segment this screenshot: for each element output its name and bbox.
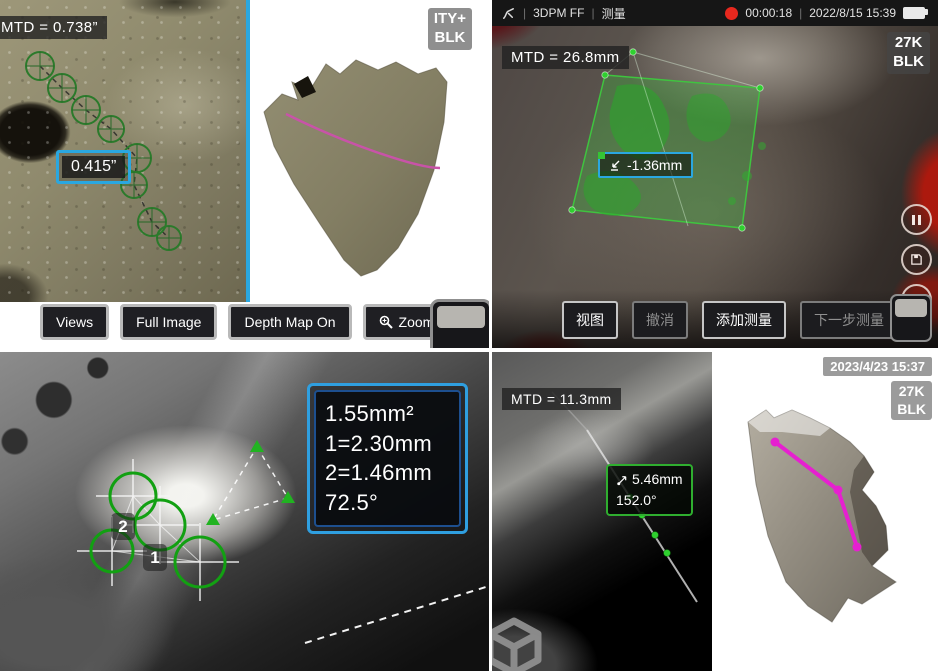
live-image-panel: MTD = 26.8mm 27K BLK -1.36mm 视图 撤消 添加测量 …: [492, 26, 938, 348]
mtd-label: MTD = 0.738”: [0, 16, 107, 39]
measurement-cursor[interactable]: [26, 52, 54, 80]
toolbar-cn: 视图 撤消 添加测量 下一步测量: [562, 301, 898, 339]
point-to-line-icon: [616, 474, 628, 486]
results-box[interactable]: 1.55mm² 1=2.30mm 2=1.46mm 72.5°: [307, 383, 468, 534]
full-image-button[interactable]: Full Image: [120, 304, 217, 340]
angle-value: 72.5°: [325, 488, 450, 518]
undo-button[interactable]: 撤消: [632, 301, 688, 339]
record-indicator-icon: [725, 7, 738, 20]
length-value-box[interactable]: 0.415”: [56, 150, 131, 184]
toggle-indicator: [437, 306, 485, 328]
brand-cube-logo: [492, 615, 546, 671]
brand-logo-icon: [501, 6, 516, 21]
screen-area-measurement-cn: | 3DPM FF | 测量 00:00:18 | 2022/8/15 15:3…: [492, 0, 938, 348]
views-button[interactable]: 视图: [562, 301, 618, 339]
menu-measure[interactable]: 测量: [602, 5, 626, 22]
depth-measure-icon: [609, 159, 622, 172]
title-bar: | 3DPM FF | 测量 00:00:18 | 2022/8/15 15:3…: [492, 0, 938, 26]
datetime: 2022/8/15 15:39: [809, 6, 896, 20]
save-icon: [910, 253, 923, 266]
point-cloud-panel: 2023/4/23 15:37 27K BLK: [712, 352, 938, 671]
length2-value: 2=1.46mm: [325, 458, 450, 488]
mode-label: 3DPM FF: [533, 6, 584, 20]
battery-icon: [903, 7, 925, 19]
mtd-label: MTD = 26.8mm: [502, 46, 629, 69]
image-save-type-badge: 27K BLK: [891, 381, 932, 420]
screen-split-toggle[interactable]: [430, 299, 489, 348]
pause-icon: [912, 215, 915, 225]
toolbar: Views Full Image Depth Map On Zoom: [40, 304, 450, 340]
live-image-panel: MTD = 11.3mm 5.46mm 152.0°: [492, 352, 712, 671]
depth-map-button[interactable]: Depth Map On: [228, 304, 351, 340]
reference-triangle: [213, 447, 288, 520]
screen-multi-measurement: 2 1 1.55mm² 1=2.30mm 2=1.46mm 72.5°: [0, 352, 489, 671]
measurement-cursor[interactable]: [48, 74, 76, 102]
edge-reference-line: [305, 586, 489, 643]
measurement-cursor[interactable]: [161, 523, 239, 601]
length-value: 5.46mm: [632, 469, 683, 490]
cursor-label: 2: [111, 513, 135, 540]
pause-button[interactable]: [901, 204, 932, 235]
measurement-value-box[interactable]: 5.46mm 152.0°: [606, 464, 693, 516]
measurement-cursor[interactable]: [157, 226, 181, 250]
length1-value: 1=2.30mm: [325, 429, 450, 459]
depth-value-box[interactable]: -1.36mm: [598, 152, 693, 178]
image-save-type-badge: ITY+ BLK: [428, 8, 472, 50]
screen-length-angle-measurement: MTD = 11.3mm 5.46mm 152.0°: [492, 352, 938, 671]
measurement-cursor[interactable]: [138, 208, 166, 236]
next-measurement-button[interactable]: 下一步测量: [800, 301, 898, 339]
image-save-type-badge: 27K BLK: [887, 32, 930, 74]
timestamp-badge: 2023/4/23 15:37: [823, 357, 932, 376]
depth-value: -1.36mm: [627, 157, 682, 173]
mtd-label: MTD = 11.3mm: [502, 388, 621, 410]
screen-split-toggle[interactable]: [890, 294, 932, 342]
save-button[interactable]: [901, 244, 932, 275]
cursor-label: 1: [143, 544, 167, 571]
angle-value: 152.0°: [616, 490, 657, 511]
point-cloud-fragment: [264, 60, 447, 276]
add-measurement-button[interactable]: 添加测量: [702, 301, 786, 339]
triangle-markers[interactable]: [206, 440, 295, 525]
measurement-cursor[interactable]: [72, 96, 100, 124]
views-button[interactable]: Views: [40, 304, 109, 340]
area-overlay: [492, 26, 938, 348]
area-value: 1.55mm²: [325, 399, 450, 429]
length-value: 0.415”: [62, 156, 125, 178]
screen-length-measurement: MTD = 0.738” 0.415” ITY+ BLK Views Full …: [0, 0, 489, 348]
record-time: 00:00:18: [745, 6, 792, 20]
point-cloud-panel: ITY+ BLK: [250, 0, 489, 302]
measurement-cursor[interactable]: [98, 116, 124, 142]
measurement-screens-collage: { "q1": { "mtd": "MTD = 0.738”", "length…: [0, 0, 938, 671]
magnifier-icon: [379, 315, 393, 329]
